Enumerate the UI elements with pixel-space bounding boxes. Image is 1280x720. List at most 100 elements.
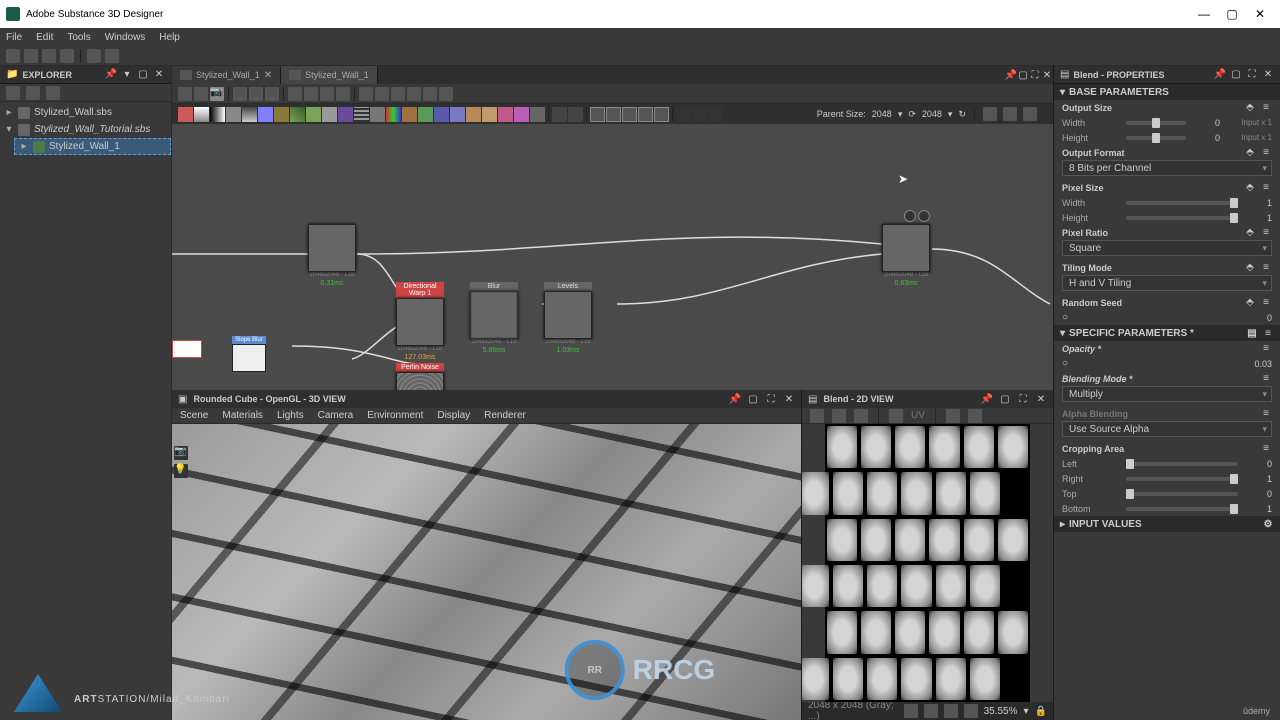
tile-icon[interactable] [924, 704, 938, 718]
override-icon[interactable]: ⬘ [1244, 182, 1256, 194]
crop-left-slider[interactable] [1126, 462, 1238, 466]
crop-top-slider[interactable] [1126, 492, 1238, 496]
palette-fx6[interactable] [530, 107, 545, 122]
menu-icon[interactable]: ≡ [1260, 227, 1272, 239]
menu-environment[interactable]: Environment [367, 410, 423, 421]
open-file-icon[interactable] [24, 49, 38, 63]
menu-file[interactable]: File [6, 32, 22, 43]
twisty-icon[interactable]: ▸ [19, 141, 29, 152]
height-value[interactable]: 0 [1190, 133, 1220, 143]
value-icon[interactable]: ○ [1062, 358, 1078, 369]
alpha-blending-dropdown[interactable]: Use Source Alpha [1062, 421, 1272, 437]
crop-right-slider[interactable] [1126, 477, 1238, 481]
channel-icon[interactable] [889, 409, 903, 423]
tab-graph-1[interactable]: Stylized_Wall_1 ✕ [172, 66, 281, 84]
camera-icon[interactable]: 📷 [210, 87, 224, 101]
menu-materials[interactable]: Materials [222, 410, 263, 421]
view-opt3-icon[interactable] [1023, 107, 1037, 121]
menu-icon[interactable]: ≡ [1260, 147, 1272, 159]
palette-uniform-color[interactable] [178, 107, 193, 122]
chevron-down-icon[interactable]: ▾ [1024, 706, 1029, 717]
menu-renderer[interactable]: Renderer [484, 410, 526, 421]
popout-icon[interactable]: ▢ [747, 393, 759, 405]
show-info-icon[interactable] [233, 87, 247, 101]
bg-icon[interactable] [944, 704, 958, 718]
grid-icon[interactable] [904, 704, 918, 718]
comment-icon[interactable] [439, 87, 453, 101]
output-format-dropdown[interactable]: 8 Bits per Channel [1062, 160, 1272, 176]
palette-link2[interactable] [692, 107, 707, 122]
tree-item-graph[interactable]: ▸ Stylized_Wall_1 [14, 138, 171, 155]
fit-zoom-icon[interactable] [964, 704, 978, 718]
tree-item-file2[interactable]: ▾ Stylized_Wall_Tutorial.sbs [0, 121, 171, 138]
palette-link1[interactable] [676, 107, 691, 122]
menu-icon[interactable]: ≡ [1260, 262, 1272, 274]
palette-text[interactable] [434, 107, 449, 122]
opacity-value[interactable]: 0.03 [1232, 359, 1272, 369]
maximize-icon[interactable]: ⛶ [765, 393, 777, 405]
override-icon[interactable]: ⬘ [1244, 297, 1256, 309]
palette-fx1[interactable] [450, 107, 465, 122]
palette-fx2[interactable] [466, 107, 481, 122]
dice-icon[interactable]: ○ [1062, 312, 1078, 323]
camera-reset-icon[interactable]: 📷 [174, 446, 188, 460]
histogram-icon[interactable] [968, 409, 982, 423]
override-icon[interactable]: ⬘ [1244, 102, 1256, 114]
palette-output3[interactable] [622, 107, 637, 122]
palette-warp[interactable] [322, 107, 337, 122]
explorer-maximize-icon[interactable]: ▢ [137, 69, 149, 81]
menu-lights[interactable]: Lights [277, 410, 304, 421]
save-icon[interactable] [832, 409, 846, 423]
menu-icon[interactable]: ≡ [1260, 182, 1272, 194]
local-size-value[interactable]: 2048 [922, 109, 942, 119]
redo-icon[interactable] [105, 49, 119, 63]
menu-camera[interactable]: Camera [318, 410, 354, 421]
node-pin-view-icon[interactable] [904, 210, 916, 222]
menu-tools[interactable]: Tools [67, 32, 90, 43]
new-file-icon[interactable] [6, 49, 20, 63]
palette-sharpen[interactable] [306, 107, 321, 122]
palette-bitmap[interactable] [402, 107, 417, 122]
link-icon[interactable] [359, 87, 373, 101]
save-icon[interactable] [42, 49, 56, 63]
twisty-icon[interactable]: ▸ [4, 107, 14, 118]
zoom-icon[interactable] [249, 87, 263, 101]
gear-icon[interactable]: ⚙ [1262, 518, 1274, 530]
break-icon[interactable] [375, 87, 389, 101]
menu-icon[interactable]: ≡ [1260, 443, 1272, 455]
close-icon[interactable]: ✕ [783, 393, 795, 405]
palette-blend[interactable] [194, 107, 209, 122]
palette-output1[interactable] [590, 107, 605, 122]
list-icon[interactable]: ▤ [1246, 327, 1258, 339]
ps-width-slider[interactable] [1126, 201, 1238, 205]
menu-edit[interactable]: Edit [36, 32, 53, 43]
info-icon[interactable] [946, 409, 960, 423]
palette-transform[interactable] [338, 107, 353, 122]
menu-display[interactable]: Display [437, 410, 470, 421]
menu-icon[interactable]: ≡ [1262, 327, 1274, 339]
override-icon[interactable]: ⬘ [1244, 147, 1256, 159]
uv-label[interactable]: UV [911, 410, 925, 421]
refresh-icon[interactable] [46, 86, 60, 100]
node-pin-output-icon[interactable] [918, 210, 930, 222]
menu-windows[interactable]: Windows [105, 32, 146, 43]
pin-icon[interactable]: 📌 [729, 393, 741, 405]
arrange-icon[interactable] [320, 87, 334, 101]
palette-link3[interactable] [708, 107, 723, 122]
specific-params-header[interactable]: ▾SPECIFIC PARAMETERS * ▤≡ [1054, 325, 1280, 341]
crop-bottom-slider[interactable] [1126, 507, 1238, 511]
view-opt2-icon[interactable] [1003, 107, 1017, 121]
palette-output4[interactable] [638, 107, 653, 122]
pixel-ratio-dropdown[interactable]: Square [1062, 240, 1272, 256]
override-icon[interactable]: ⬘ [1244, 227, 1256, 239]
pin-icon[interactable]: 📌 [105, 69, 117, 81]
node-levels[interactable]: Levels 2048x2048 - L16 1.03ms [544, 282, 592, 354]
chevron-down-icon[interactable]: ▾ [898, 109, 903, 120]
maximize-button[interactable]: ▢ [1218, 4, 1246, 24]
palette-distance[interactable] [370, 107, 385, 122]
node-blur[interactable]: Blur 2048x2048 - L16 5.86ms [470, 282, 518, 354]
menu-help[interactable]: Help [159, 32, 180, 43]
tab-pin-icon[interactable]: 📌 [1005, 69, 1017, 81]
tab-graph-2[interactable]: Stylized_Wall_1 [281, 66, 378, 84]
tab-maximize-icon[interactable]: ⛶ [1029, 69, 1041, 81]
